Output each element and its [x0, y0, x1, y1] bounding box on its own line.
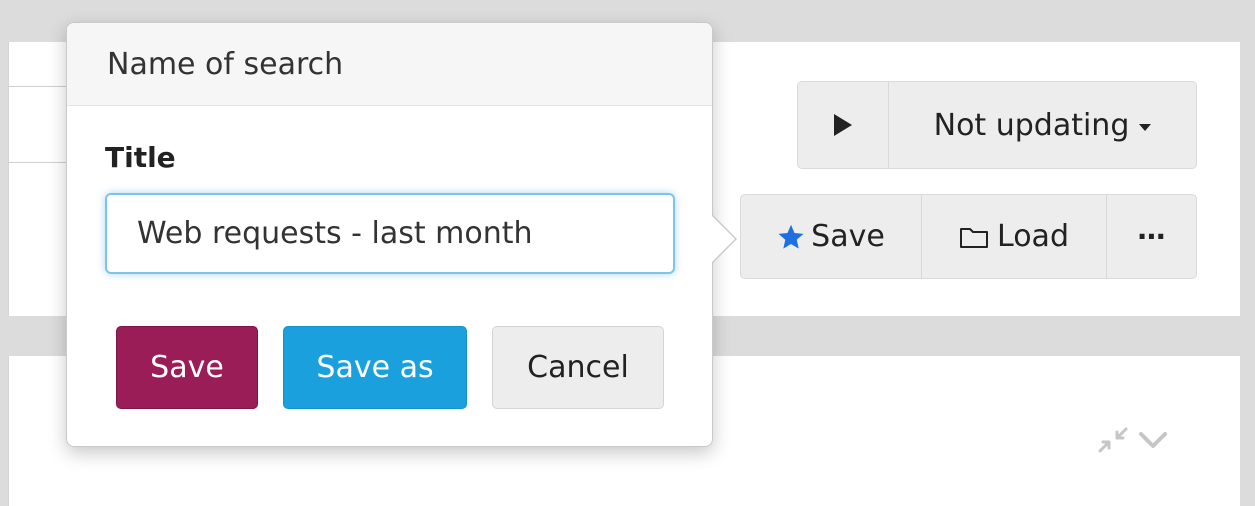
more-actions-button[interactable]: ⋯ [1106, 195, 1196, 278]
folder-icon [960, 227, 989, 248]
save-search-label: Save [811, 219, 885, 254]
cancel-button[interactable]: Cancel [492, 326, 664, 409]
popover-title: Name of search [67, 23, 712, 106]
popover-title-text: Name of search [107, 46, 344, 82]
save-button[interactable]: Save [116, 326, 258, 409]
popover-arrow [712, 216, 735, 262]
search-actions: Save Load ⋯ [740, 194, 1197, 279]
refresh-controls: Not updating [797, 81, 1197, 169]
play-icon [834, 114, 852, 136]
title-label: Title [105, 141, 176, 174]
load-search-label: Load [997, 219, 1069, 254]
star-icon [778, 224, 804, 249]
save-search-button[interactable]: Save [741, 195, 921, 278]
caret-down-icon [1139, 123, 1152, 131]
chevron-down-icon[interactable] [1138, 430, 1168, 450]
load-search-button[interactable]: Load [921, 195, 1106, 278]
more-icon: ⋯ [1137, 220, 1166, 253]
save-search-popover: Name of search Title Save Save as Cancel [66, 22, 737, 447]
play-button[interactable] [798, 82, 888, 168]
compress-icon[interactable] [1096, 425, 1130, 455]
widget-controls [1096, 425, 1168, 455]
save-as-button[interactable]: Save as [283, 326, 467, 409]
title-input[interactable] [105, 193, 675, 274]
refresh-status-label: Not updating [933, 107, 1130, 143]
refresh-interval-dropdown[interactable]: Not updating [888, 82, 1196, 168]
